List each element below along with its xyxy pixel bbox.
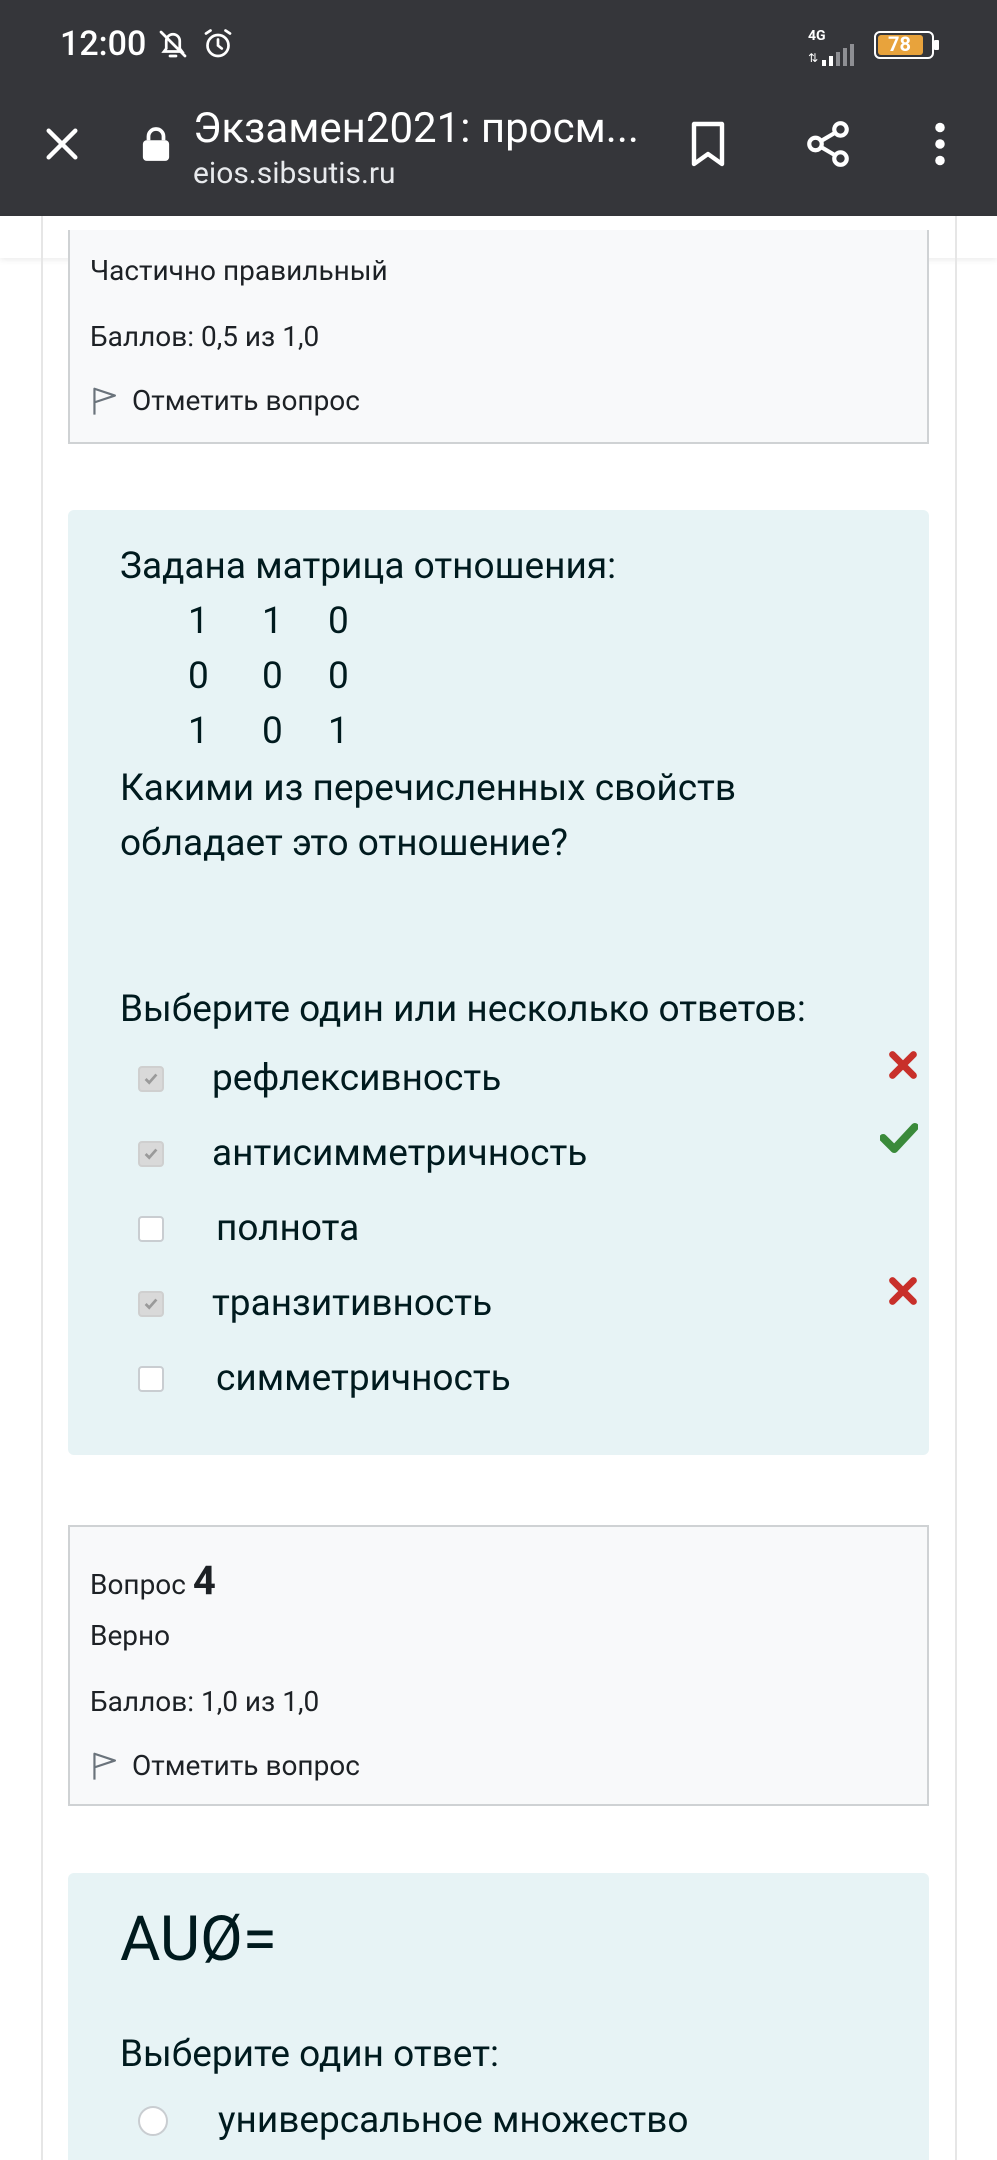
answer-option-universal-set[interactable]: универсальное множество (138, 2099, 689, 2142)
answer-option-reflexivity[interactable]: рефлексивность (138, 1057, 501, 1100)
check-icon (144, 1148, 158, 1160)
correct-icon (879, 1122, 919, 1158)
question-text-line: Какими из перечисленных свойств (120, 767, 737, 810)
answer-instruction: Выберите один или несколько ответов: (120, 988, 806, 1031)
status-bar: 12:00 4G ⇅ 78 (0, 0, 997, 92)
page-border-right (955, 216, 957, 2160)
close-tab-button[interactable] (30, 112, 94, 176)
battery-level: 78 (888, 32, 911, 56)
status-time: 12:00 (60, 24, 147, 64)
flag-icon (93, 1752, 116, 1780)
question-label: Вопрос (90, 1568, 186, 1601)
flag-question-link[interactable]: Отметить вопрос (90, 384, 360, 417)
answer-option-antisymmetry[interactable]: антисимметричность (138, 1132, 587, 1175)
page-border-left (41, 216, 43, 2160)
incorrect-icon (888, 1050, 918, 1084)
share-icon (807, 121, 849, 167)
question-prompt: Задана матрица отношения: (120, 545, 617, 588)
answer-label: антисимметричность (212, 1132, 588, 1175)
close-icon (46, 128, 78, 160)
bookmark-button[interactable] (676, 112, 740, 176)
svg-text:⇅: ⇅ (808, 51, 818, 65)
question-prompt: AUØ= (120, 1903, 277, 1976)
signal-icon: ⇅ (808, 44, 864, 70)
question-number: Вопрос 4 (90, 1557, 216, 1604)
bell-muted-icon (155, 26, 191, 66)
answer-label: полнота (216, 1207, 360, 1250)
answer-option-completeness[interactable]: полнота (138, 1207, 359, 1250)
incorrect-icon (888, 1276, 918, 1310)
page-url[interactable]: eios.sibsutis.ru (193, 156, 396, 191)
answer-radio[interactable] (138, 2105, 168, 2136)
more-menu-button[interactable] (912, 112, 968, 176)
answer-label: симметричность (216, 1357, 511, 1400)
question-state: Частично правильный (90, 254, 388, 287)
answer-label: универсальное множество (218, 2099, 689, 2142)
answer-label: рефлексивность (212, 1057, 502, 1100)
matrix-cell: 0 (188, 655, 209, 698)
question-text-line: обладает это отношение? (120, 822, 569, 865)
answer-checkbox[interactable] (138, 1140, 164, 1167)
matrix-cell: 1 (188, 600, 209, 643)
more-vert-icon (935, 122, 945, 166)
question3-content: Задана матрица отношения: 1 1 0 0 0 0 1 … (68, 510, 929, 1455)
flag-question-label: Отметить вопрос (132, 1749, 360, 1782)
matrix-cell: 1 (188, 710, 209, 753)
question-number-value: 4 (192, 1557, 216, 1604)
question-grade: Баллов: 0,5 из 1,0 (90, 320, 320, 353)
question4-info-box: Вопрос 4 Верно Баллов: 1,0 из 1,0 Отмети… (68, 1525, 929, 1806)
check-icon (144, 1073, 158, 1085)
answer-checkbox[interactable] (138, 1215, 164, 1242)
check-icon (144, 1298, 158, 1310)
alarm-icon (200, 26, 236, 66)
question-grade: Баллов: 1,0 из 1,0 (90, 1685, 320, 1718)
question-state: Верно (90, 1619, 171, 1652)
answer-checkbox[interactable] (138, 1065, 164, 1092)
question3-info-box: Частично правильный Баллов: 0,5 из 1,0 О… (68, 230, 929, 444)
lock-icon[interactable] (136, 122, 176, 166)
answer-instruction: Выберите один ответ: (120, 2033, 499, 2076)
matrix-cell: 1 (328, 710, 349, 753)
answer-checkbox[interactable] (138, 1365, 164, 1392)
answer-option-transitivity[interactable]: транзитивность (138, 1282, 492, 1325)
matrix-cell: 1 (262, 600, 283, 643)
matrix-cell: 0 (328, 655, 349, 698)
answer-option-symmetry[interactable]: симметричность (138, 1357, 511, 1400)
network-label: 4G (808, 28, 826, 44)
matrix-cell: 0 (328, 600, 349, 643)
answer-checkbox[interactable] (138, 1290, 164, 1317)
question4-content: AUØ= Выберите один ответ: универсальное … (68, 1873, 929, 2160)
flag-icon (93, 387, 116, 415)
matrix-cell: 0 (262, 655, 283, 698)
answer-label: транзитивность (212, 1282, 493, 1325)
flag-question-link[interactable]: Отметить вопрос (90, 1749, 360, 1782)
matrix-cell: 0 (262, 710, 283, 753)
share-button[interactable] (796, 112, 860, 176)
flag-question-label: Отметить вопрос (132, 384, 360, 417)
page-title[interactable]: Экзамен2021: просм... (193, 104, 639, 153)
bookmark-icon (691, 121, 725, 167)
